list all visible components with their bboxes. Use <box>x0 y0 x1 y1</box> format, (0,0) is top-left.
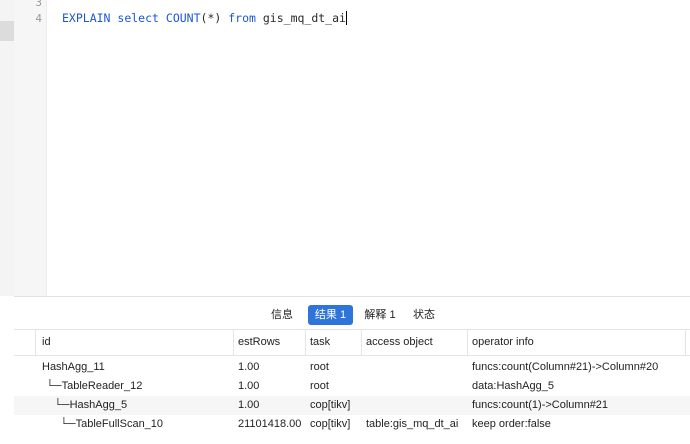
tab-info[interactable]: 信息 <box>267 305 297 325</box>
cell-task: root <box>310 380 329 392</box>
cell-estrows: 1.00 <box>238 380 260 392</box>
line-number: 3 <box>35 0 42 9</box>
function-count: COUNT <box>165 11 201 25</box>
result-tabs: 信息 结果 1 解释 1 状态 <box>14 297 690 330</box>
table-row[interactable]: └─TableFullScan_10 21101418.00 cop[tikv]… <box>14 415 690 434</box>
cell-access-object <box>366 358 465 377</box>
cell-estrows: 1.00 <box>238 361 260 373</box>
keyword-explain: EXPLAIN <box>62 11 111 25</box>
cell-operator-info: funcs:count(Column#21)->Column#20 <box>472 361 659 373</box>
cell-id: └─HashAgg_5 <box>54 399 128 411</box>
current-line-marker <box>0 21 14 41</box>
cell-estrows: 1.00 <box>238 399 260 411</box>
cell-estrows: 21101418.00 <box>238 418 302 430</box>
column-header-access-object[interactable]: access object <box>366 330 433 355</box>
table-row[interactable]: └─HashAgg_5 1.00 cop[tikv] funcs:count(1… <box>14 396 690 415</box>
tab-explain-1[interactable]: 解释 1 <box>358 305 402 325</box>
cell-id: └─TableReader_12 <box>46 380 143 392</box>
cell-id: HashAgg_11 <box>42 361 105 373</box>
table-header-row: id estRows task access object operator i… <box>14 330 690 356</box>
column-header-id[interactable]: id <box>42 330 51 355</box>
cell-task: cop[tikv] <box>310 418 351 430</box>
tab-status[interactable]: 状态 <box>409 305 439 325</box>
cell-id: └─TableFullScan_10 <box>60 418 164 430</box>
keyword-from: from <box>228 11 256 25</box>
line-number-gutter <box>14 0 47 296</box>
table-row[interactable]: HashAgg_11 1.00 root funcs:count(Column#… <box>14 358 690 377</box>
column-header-task[interactable]: task <box>310 330 330 355</box>
cell-operator-info: funcs:count(1)->Column#21 <box>472 399 609 411</box>
line-number: 4 <box>35 12 42 25</box>
table-name: gis_mq_dt_ai <box>262 11 346 25</box>
result-panel: 信息 结果 1 解释 1 状态 id estRows task access o… <box>14 296 690 444</box>
cell-operator-info: keep order:false <box>472 418 551 430</box>
function-args: (*) <box>200 11 222 25</box>
text-caret <box>345 11 347 25</box>
column-header-estrows[interactable]: estRows <box>238 330 280 355</box>
editor-left-strip <box>0 0 14 296</box>
cell-task: cop[tikv] <box>310 399 351 411</box>
cell-access-object <box>366 377 465 396</box>
keyword-select: select <box>117 11 159 25</box>
column-header-operator-info[interactable]: operator info <box>472 330 534 355</box>
sql-editor[interactable]: 3 4 EXPLAIN select COUNT(*) from gis_mq_… <box>0 0 690 296</box>
cell-task: root <box>310 361 329 373</box>
table-row[interactable]: └─TableReader_12 1.00 root data:HashAgg_… <box>14 377 690 396</box>
cell-operator-info: data:HashAgg_5 <box>472 380 554 392</box>
cell-access-object <box>366 396 465 415</box>
tab-result-1[interactable]: 结果 1 <box>308 305 353 325</box>
cell-access-object: table:gis_mq_dt_ai <box>366 418 459 430</box>
code-line[interactable]: EXPLAIN select COUNT(*) from gis_mq_dt_a… <box>62 11 347 25</box>
